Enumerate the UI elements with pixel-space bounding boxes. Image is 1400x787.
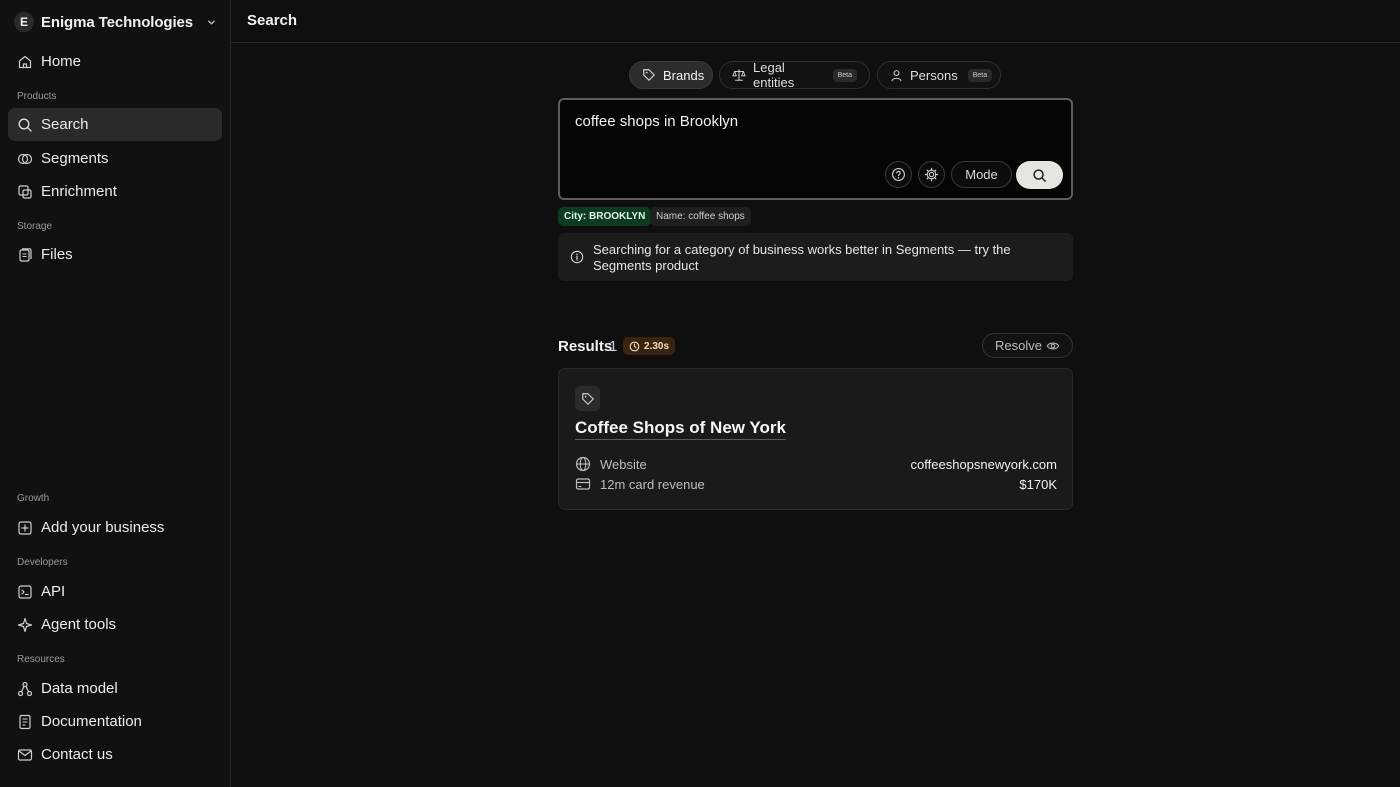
sidebar-item-label: Enrichment — [41, 183, 117, 200]
sparkle-icon — [17, 617, 33, 633]
globe-icon — [575, 456, 592, 472]
resolve-button[interactable]: Resolve — [982, 333, 1073, 358]
tab-brands[interactable]: Brands — [629, 61, 713, 89]
sidebar-item-enrichment[interactable]: Enrichment — [8, 175, 222, 208]
sidebar-item-label: Data model — [41, 680, 118, 697]
sidebar-item-search[interactable]: Search — [8, 108, 222, 141]
section-label-growth: Growth — [17, 493, 50, 504]
info-text: Searching for a category of business wor… — [593, 242, 1011, 273]
files-icon — [17, 247, 33, 263]
org-avatar: E — [14, 12, 34, 32]
data-model-icon — [17, 681, 33, 697]
credit-card-icon — [575, 476, 592, 492]
info-icon — [570, 250, 584, 264]
sidebar-item-agent-tools[interactable]: Agent tools — [8, 608, 222, 641]
filter-chip-city[interactable]: City: BROOKLYN — [558, 207, 652, 226]
home-icon — [17, 54, 33, 70]
website-value[interactable]: coffeeshopsnewyork.com — [911, 457, 1057, 472]
gear-icon — [924, 167, 939, 182]
clock-icon — [629, 341, 640, 352]
org-switcher[interactable]: E Enigma Technologies — [14, 10, 217, 34]
row-label: 12m card revenue — [600, 476, 705, 492]
timing-value: 2.30s — [644, 340, 670, 352]
sidebar-item-home[interactable]: Home — [8, 45, 222, 78]
sidebar-item-contact[interactable]: Contact us — [8, 738, 222, 771]
filter-chip-name[interactable]: Name: coffee shops — [650, 207, 751, 226]
help-button[interactable] — [885, 161, 912, 188]
sidebar-item-label: Search — [41, 116, 89, 133]
document-icon — [17, 714, 33, 730]
sidebar-item-label: Contact us — [41, 746, 113, 763]
scale-icon — [732, 68, 746, 82]
section-label-storage: Storage — [17, 221, 53, 232]
result-row-revenue: 12m card revenue $170K — [575, 475, 1057, 493]
help-icon — [891, 167, 906, 182]
sidebar-item-label: API — [41, 583, 66, 600]
sidebar-item-segments[interactable]: Segments — [8, 142, 222, 175]
search-input[interactable] — [575, 113, 1055, 130]
revenue-value: $170K — [1019, 476, 1057, 492]
tab-label: Legal entities — [753, 60, 795, 90]
result-row-website: Website coffeeshopsnewyork.com — [575, 455, 1057, 473]
tab-legal-entities[interactable]: Legal entities Beta — [719, 60, 870, 90]
eye-icon — [1046, 339, 1060, 353]
tag-icon — [575, 386, 600, 411]
sidebar-item-data-model[interactable]: Data model — [8, 672, 222, 705]
results-count: 1 — [609, 338, 618, 355]
tab-label: Brands — [663, 67, 705, 83]
section-label-products: Products — [17, 91, 57, 102]
settings-button[interactable] — [918, 161, 945, 188]
sidebar-item-label: Files — [41, 246, 73, 263]
page-title: Search — [247, 12, 298, 29]
search-box: Mode — [558, 98, 1073, 200]
search-icon — [17, 117, 33, 133]
search-icon — [1032, 168, 1047, 183]
sidebar-item-label: Documentation — [41, 713, 142, 730]
results-label: Results — [558, 338, 613, 355]
section-label-developers: Developers — [17, 557, 68, 568]
sidebar-item-add-business[interactable]: Add your business — [8, 511, 222, 544]
segments-icon — [17, 151, 33, 167]
timing-badge: 2.30s — [623, 337, 676, 355]
sidebar-item-label: Add your business — [41, 519, 165, 536]
sidebar-item-files[interactable]: Files — [8, 238, 222, 271]
sidebar-item-api[interactable]: API — [8, 575, 222, 608]
chevron-down-icon — [206, 17, 217, 28]
sidebar: E Enigma Technologies Home Products Sear… — [0, 0, 231, 787]
org-name: Enigma Technologies — [41, 13, 194, 31]
mode-button[interactable]: Mode — [951, 161, 1012, 188]
row-label: Website — [600, 456, 647, 472]
sidebar-item-label: Agent tools — [41, 616, 117, 633]
beta-badge: Beta — [967, 68, 993, 82]
mail-icon — [17, 747, 33, 763]
person-icon — [890, 69, 903, 82]
api-icon — [17, 584, 33, 600]
section-label-resources: Resources — [17, 654, 65, 665]
sidebar-item-documentation[interactable]: Documentation — [8, 705, 222, 738]
tag-icon — [642, 68, 656, 82]
result-card[interactable]: Coffee Shops of New York Website coffees… — [558, 368, 1073, 510]
tab-label: Persons — [910, 67, 958, 83]
sidebar-item-label: Home — [41, 53, 82, 70]
enrichment-icon — [17, 184, 33, 200]
beta-badge: Beta — [832, 68, 857, 82]
sidebar-item-label: Segments — [41, 150, 109, 167]
search-submit-button[interactable] — [1016, 161, 1063, 189]
add-square-icon — [17, 520, 33, 536]
resolve-label: Resolve — [995, 338, 1042, 353]
tab-persons[interactable]: Persons Beta — [877, 61, 1001, 89]
info-banner: Searching for a category of business wor… — [558, 233, 1073, 281]
result-title-link[interactable]: Coffee Shops of New York — [575, 418, 786, 440]
top-bar: Search — [231, 0, 1400, 43]
